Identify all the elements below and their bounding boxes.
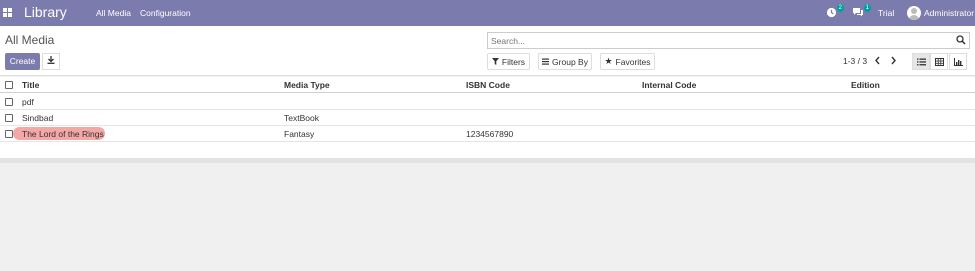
row-checkbox[interactable]	[5, 130, 13, 138]
activity-badge: 2	[836, 4, 844, 12]
messages-button[interactable]: 1	[852, 0, 871, 26]
pager-value[interactable]: 1-3 / 3	[843, 56, 867, 66]
table-header: Title Media Type ISBN Code Internal Code…	[0, 77, 975, 93]
graph-view-button[interactable]	[949, 53, 967, 70]
cell-title: Sindbad	[22, 113, 54, 123]
cell-media-type: TextBook	[284, 113, 319, 123]
app-brand[interactable]: Library	[24, 4, 67, 20]
pager-next-icon[interactable]	[890, 56, 897, 68]
column-media-type[interactable]: Media Type	[284, 80, 330, 90]
column-isbn-code[interactable]: ISBN Code	[466, 80, 510, 90]
search-input[interactable]	[488, 33, 948, 48]
column-internal-code[interactable]: Internal Code	[642, 80, 696, 90]
control-panel: All Media Create Filters Group By ★ Favo…	[0, 26, 975, 76]
select-all-checkbox[interactable]	[5, 81, 13, 89]
table-row[interactable]: Sindbad TextBook	[0, 110, 975, 126]
chat-bubbles-icon: 1	[852, 4, 871, 19]
column-edition[interactable]: Edition	[851, 80, 880, 90]
create-button[interactable]: Create	[5, 53, 40, 70]
cell-isbn: 1234567890	[466, 129, 514, 139]
top-navbar: Library All Media Configuration 2 1 Tria…	[0, 0, 975, 26]
table-row[interactable]: pdf	[0, 94, 975, 110]
filters-button[interactable]: Filters	[487, 53, 530, 70]
bar-chart-icon	[953, 57, 963, 66]
media-list: Title Media Type ISBN Code Internal Code…	[0, 77, 975, 158]
user-menu[interactable]: Administrator	[907, 0, 974, 26]
cell-title: pdf	[22, 97, 34, 107]
menu-all-media[interactable]: All Media	[96, 8, 131, 18]
star-icon: ★	[604, 56, 613, 66]
group-by-label: Group By	[552, 56, 588, 67]
download-icon	[47, 56, 55, 64]
avatar	[907, 6, 921, 20]
trial-label[interactable]: Trial	[878, 8, 894, 18]
page-title: All Media	[5, 33, 55, 47]
column-title[interactable]: Title	[22, 80, 39, 90]
search-box[interactable]	[487, 32, 970, 49]
table-icon	[934, 57, 944, 66]
filters-label: Filters	[501, 56, 526, 67]
favorites-button[interactable]: ★ Favorites	[600, 53, 655, 70]
favorites-label: Favorites	[615, 56, 651, 67]
group-by-button[interactable]: Group By	[538, 53, 592, 70]
row-checkbox[interactable]	[5, 114, 13, 122]
cell-title: The Lord of the Rings	[22, 129, 104, 139]
list-icon	[916, 58, 926, 65]
apps-grid-icon[interactable]	[3, 8, 12, 17]
export-button[interactable]	[42, 53, 60, 70]
pivot-view-button[interactable]	[930, 53, 948, 70]
search-icon[interactable]	[956, 35, 966, 45]
menu-configuration[interactable]: Configuration	[140, 8, 191, 18]
list-view-button[interactable]	[912, 53, 930, 70]
messages-badge: 1	[863, 4, 871, 12]
clock-icon: 2	[825, 4, 844, 19]
activity-button[interactable]: 2	[825, 0, 844, 26]
cell-media-type: Fantasy	[284, 129, 315, 139]
row-checkbox[interactable]	[5, 98, 13, 106]
filter-icon	[491, 58, 499, 65]
pager-previous-icon[interactable]	[874, 56, 881, 68]
table-row[interactable]: The Lord of the Rings Fantasy 1234567890	[0, 126, 975, 142]
bars-icon	[542, 58, 550, 65]
list-footer-divider	[0, 158, 975, 163]
user-name: Administrator	[924, 8, 975, 18]
